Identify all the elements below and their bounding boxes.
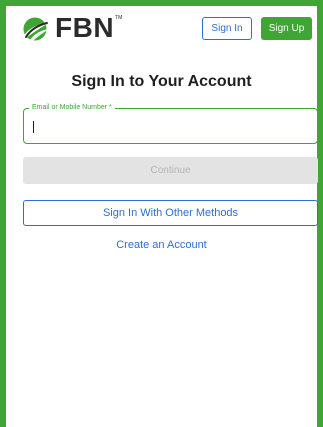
brand-name: FBN (55, 12, 115, 43)
email-input[interactable] (30, 117, 310, 135)
header: FBN TM Sign In Sign Up (6, 6, 317, 46)
sign-up-button[interactable]: Sign Up (261, 17, 312, 40)
sign-in-other-methods-button[interactable]: Sign In With Other Methods (23, 200, 318, 226)
email-field[interactable]: Email or Mobile Number * (23, 103, 318, 144)
email-field-label: Email or Mobile Number * (29, 103, 115, 113)
continue-button[interactable]: Continue (23, 157, 318, 184)
text-caret (33, 121, 34, 133)
create-account-link[interactable]: Create an Account (6, 239, 317, 251)
fbn-leaf-logo-icon (23, 17, 49, 41)
sign-in-button[interactable]: Sign In (202, 17, 252, 40)
app-frame: FBN TM Sign In Sign Up Sign In to Your A… (0, 0, 323, 427)
page-title: Sign In to Your Account (71, 73, 252, 90)
fbn-logo[interactable]: FBN TM (21, 14, 122, 42)
trademark-mark: TM (115, 15, 123, 21)
